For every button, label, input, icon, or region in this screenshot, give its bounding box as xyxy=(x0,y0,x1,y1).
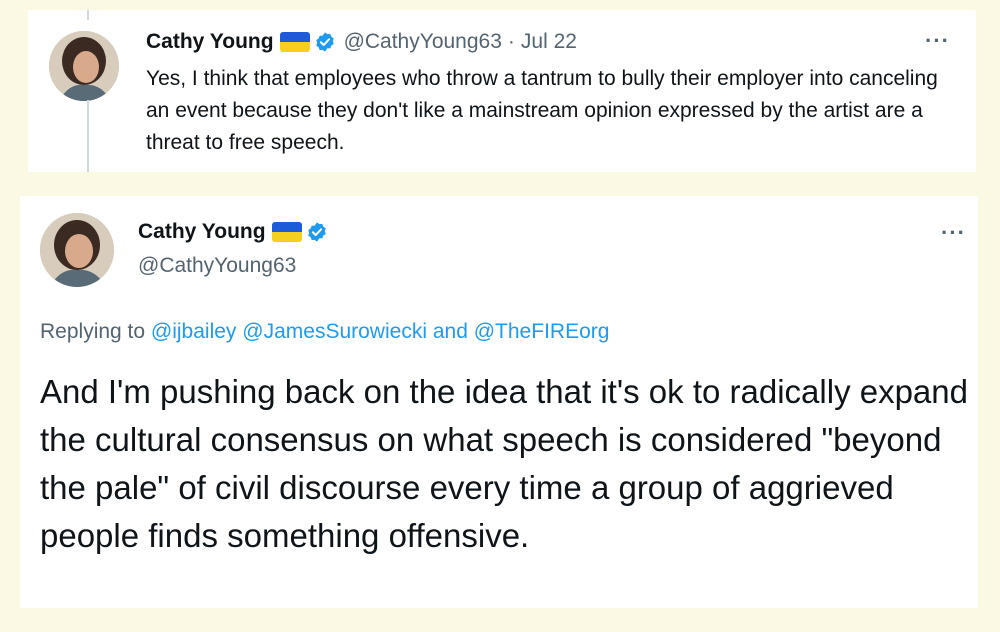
avatar[interactable] xyxy=(49,31,119,101)
avatar[interactable] xyxy=(40,213,114,287)
tweet-date[interactable]: Jul 22 xyxy=(521,30,577,54)
ukraine-flag-icon xyxy=(271,222,302,242)
tweet-text: Yes, I think that employees who throw a … xyxy=(146,67,938,154)
more-options-icon[interactable]: ··· xyxy=(925,28,950,54)
avatar-image xyxy=(49,31,119,101)
replying-to: Replying to @ijbailey @JamesSurowiecki a… xyxy=(40,320,609,344)
thread-connector xyxy=(87,100,89,172)
author-handle[interactable]: @CathyYoung63 xyxy=(344,30,502,54)
mention-conjunction: and xyxy=(432,320,468,343)
verified-badge-icon xyxy=(307,222,326,242)
author-name[interactable]: Cathy Young xyxy=(146,30,274,54)
mention-thefireorg[interactable]: @TheFIREorg xyxy=(474,320,610,343)
tweet-card-main[interactable]: Cathy Young @CathyYoung63 ··· Replying t… xyxy=(20,196,978,608)
mention-jamessurowiecki[interactable]: @JamesSurowiecki xyxy=(242,320,427,343)
tweet-text: And I'm pushing back on the idea that it… xyxy=(40,373,968,554)
verified-badge-icon xyxy=(315,32,334,52)
ukraine-flag-icon xyxy=(279,32,310,52)
mention-ijbailey[interactable]: @ijbailey xyxy=(151,320,237,343)
more-options-icon[interactable]: ··· xyxy=(941,220,966,246)
replying-prefix: Replying to xyxy=(40,320,146,343)
thread-connector-top xyxy=(87,10,89,20)
separator-dot: · xyxy=(507,30,515,53)
author-handle[interactable]: @CathyYoung63 xyxy=(138,254,296,278)
tweet-card-quoted[interactable]: Cathy Young @CathyYoung63 · Jul 22 ··· Y… xyxy=(28,10,976,172)
author-name[interactable]: Cathy Young xyxy=(138,220,266,244)
avatar-image xyxy=(40,213,114,287)
